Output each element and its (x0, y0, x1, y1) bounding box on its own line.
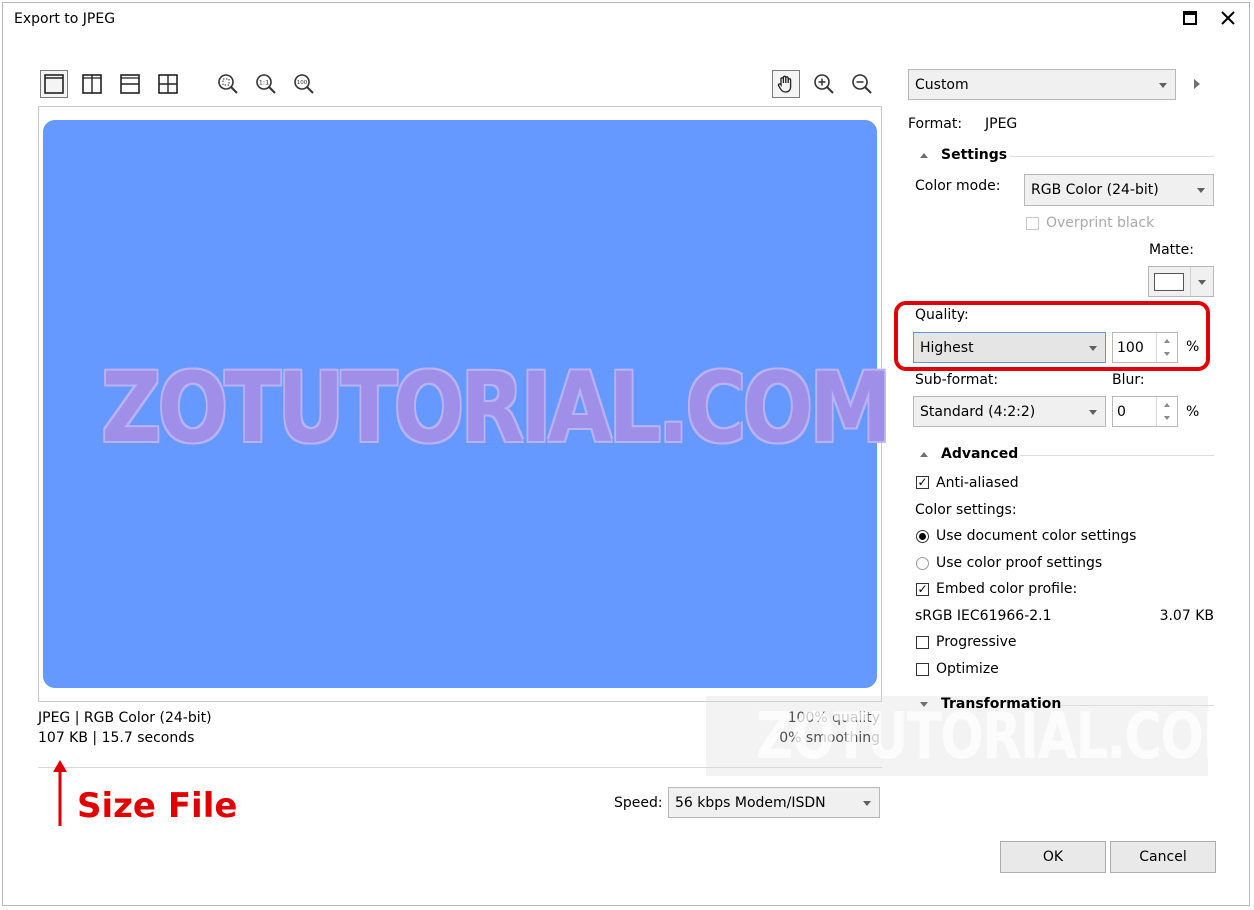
zoom-in-button[interactable] (810, 70, 838, 98)
speed-label: Speed: (614, 795, 663, 811)
svg-text:1:1: 1:1 (259, 79, 269, 87)
overprint-black-checkbox[interactable] (1026, 217, 1039, 230)
split-horizontal-button[interactable] (116, 70, 144, 98)
subformat-value: Standard (4:2:2) (920, 403, 1036, 420)
format-value: JPEG (985, 116, 1018, 132)
anti-aliased-label: Anti-aliased (936, 475, 1019, 491)
maximize-button[interactable] (1174, 4, 1206, 32)
zoom-actual-icon: 1:1 (256, 74, 276, 94)
zoom-out-icon (852, 74, 872, 94)
subformat-label: Sub-format: (915, 372, 999, 388)
advanced-divider (1020, 455, 1214, 456)
matte-swatch (1154, 273, 1184, 291)
spin-separator (1156, 397, 1177, 426)
chevron-down-icon (863, 800, 871, 806)
settings-divider (1010, 156, 1214, 157)
progressive-label: Progressive (936, 634, 1017, 650)
optimize-label: Optimize (936, 661, 999, 677)
preset-value: Custom (915, 76, 969, 93)
speed-value: 56 kbps Modem/ISDN (675, 794, 826, 811)
chevron-down-icon (1159, 82, 1167, 88)
format-label: Format: (908, 116, 963, 132)
color-mode-value: RGB Color (24-bit) (1031, 182, 1159, 198)
advanced-header[interactable]: Advanced (941, 446, 1018, 462)
transformation-header[interactable]: Transformation (941, 696, 1061, 712)
watermark-text: ZOTUTORIAL.COM (101, 352, 891, 464)
zoom-1to1-button[interactable]: 1:1 (252, 70, 280, 98)
subformat-select[interactable]: Standard (4:2:2) (913, 396, 1106, 427)
use-document-color-radio[interactable] (916, 530, 929, 543)
size-file-annotation: Size File (77, 786, 238, 826)
collapse-settings-icon[interactable] (920, 153, 928, 158)
cancel-button[interactable]: Cancel (1110, 841, 1216, 873)
expand-transformation-icon[interactable] (920, 702, 928, 707)
zoom-100-button[interactable]: 100 (290, 70, 318, 98)
quality-highlight-box (894, 301, 1210, 371)
pan-tool-button[interactable] (772, 70, 800, 98)
format-status: JPEG | RGB Color (24-bit) (38, 710, 212, 726)
embed-profile-checkbox[interactable]: ✓ (916, 583, 929, 596)
split-vertical-icon (82, 74, 102, 94)
zoom-in-icon (814, 74, 834, 94)
chevron-down-icon (1089, 409, 1097, 415)
matte-label: Matte: (1149, 242, 1194, 258)
chevron-down-icon (1197, 188, 1205, 193)
profile-name: sRGB IEC61966-2.1 (915, 608, 1052, 624)
use-document-color-label: Use document color settings (936, 528, 1137, 544)
anti-aliased-checkbox[interactable]: ✓ (916, 476, 929, 489)
blur-label: Blur: (1112, 372, 1145, 388)
size-status: 107 KB | 15.7 seconds (38, 730, 195, 746)
color-settings-label: Color settings: (915, 502, 1017, 518)
quad-view-button[interactable] (154, 70, 182, 98)
overprint-black-label: Overprint black (1046, 215, 1155, 231)
spin-up-icon[interactable] (1164, 403, 1170, 407)
collapse-advanced-icon[interactable] (920, 452, 928, 457)
preset-select[interactable]: Custom (908, 69, 1176, 100)
up-arrow-icon (53, 760, 67, 826)
color-mode-label: Color mode: (915, 178, 1001, 194)
embed-profile-label: Embed color profile: (936, 581, 1078, 597)
ok-button[interactable]: OK (1000, 841, 1106, 873)
window-title: Export to JPEG (14, 11, 116, 27)
close-button[interactable] (1212, 4, 1244, 32)
matte-color-picker[interactable] (1148, 266, 1214, 297)
use-proof-color-label: Use color proof settings (936, 555, 1103, 571)
maximize-icon (1183, 11, 1197, 25)
matte-separator (1190, 267, 1191, 296)
color-mode-select[interactable]: RGB Color (24-bit) (1024, 174, 1214, 206)
settings-header[interactable]: Settings (941, 147, 1007, 163)
transformation-divider (1062, 705, 1214, 706)
blur-percent-sign: % (1186, 404, 1200, 420)
zoom-out-button[interactable] (848, 70, 876, 98)
svg-text:100: 100 (297, 80, 308, 86)
chevron-down-icon (1198, 280, 1206, 285)
split-vertical-button[interactable] (78, 70, 106, 98)
hand-icon (777, 75, 792, 93)
single-preview-button[interactable] (40, 70, 68, 98)
use-proof-color-radio[interactable] (916, 557, 929, 570)
profile-size: 3.07 KB (1159, 608, 1214, 624)
zoom-fit-button[interactable] (214, 70, 242, 98)
close-icon (1221, 11, 1235, 25)
progressive-checkbox[interactable] (916, 636, 929, 649)
preview-image[interactable]: ZOTUTORIAL.COM (43, 120, 892, 688)
speed-select[interactable]: 56 kbps Modem/ISDN (668, 787, 880, 818)
quad-view-icon (158, 74, 178, 94)
split-horizontal-icon (120, 74, 140, 94)
single-view-icon (44, 74, 64, 94)
blur-value: 0 (1117, 403, 1126, 420)
zoom-fit-icon (218, 74, 238, 94)
flyout-arrow-icon[interactable] (1192, 78, 1202, 90)
spin-down-icon[interactable] (1164, 416, 1170, 420)
blur-input[interactable]: 0 (1112, 396, 1178, 427)
zoom-100-icon: 100 (294, 74, 314, 94)
optimize-checkbox[interactable] (916, 663, 929, 676)
